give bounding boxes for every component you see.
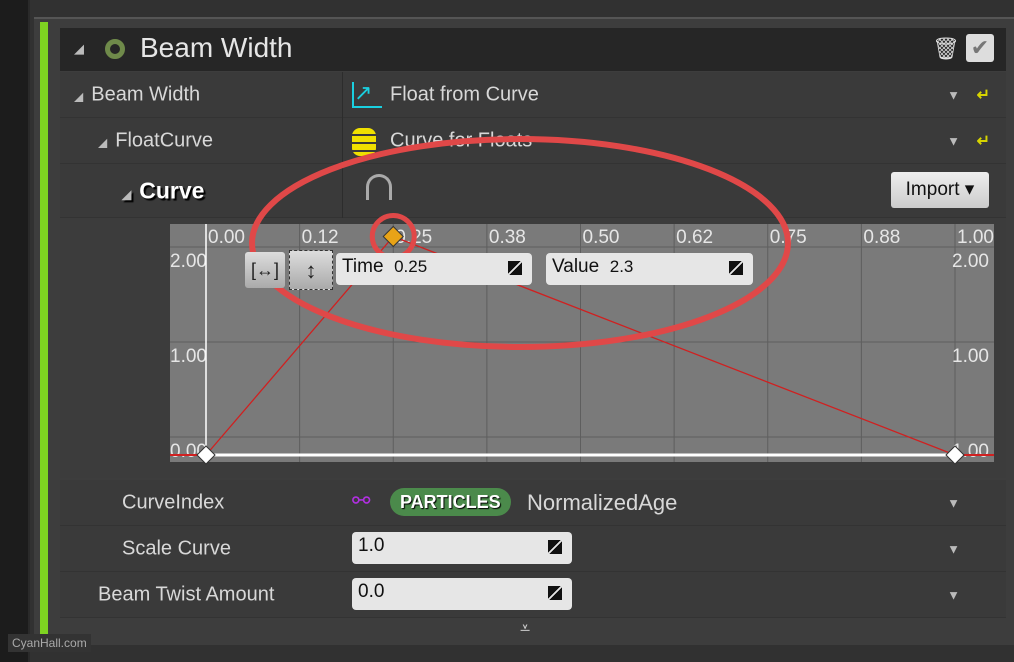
drag-handle-icon[interactable] [729, 261, 743, 275]
y-tick-label-right: 1.00 [952, 346, 989, 367]
namespace-badge: PARTICLES [390, 488, 511, 516]
dropdown-arrow-icon[interactable]: ▼ [947, 541, 960, 556]
link-icon: ⚯ [352, 488, 371, 513]
scale-curve-label: Scale Curve [122, 537, 231, 559]
scale-curve-input[interactable]: 1.0 [352, 532, 572, 564]
x-tick-label: 0.00 [208, 227, 245, 248]
x-tick-label: 0.12 [302, 227, 339, 248]
time-value: 0.25 [394, 257, 428, 276]
scale-curve-value: 1.0 [358, 535, 385, 556]
y-tick-label: 2.00 [170, 251, 207, 272]
beam-twist-label: Beam Twist Amount [98, 583, 275, 605]
x-tick-label: 0.50 [583, 227, 620, 248]
row-scale-curve: Scale Curve 1.0 ▼ [60, 526, 1006, 572]
watermark: CyanHall.com [8, 634, 91, 652]
key-time-field[interactable]: Time 0.25 [336, 253, 532, 285]
curve-index-label: CurveIndex [122, 491, 225, 513]
x-tick-label: 0.38 [489, 227, 526, 248]
beam-twist-input[interactable]: 0.0 [352, 578, 572, 610]
drag-handle-icon[interactable] [548, 540, 562, 554]
fit-horizontal-button[interactable]: [↔] [245, 252, 285, 288]
drag-handle-icon[interactable] [548, 586, 562, 600]
y-tick-label-right: 2.00 [952, 251, 989, 272]
time-label: Time [342, 256, 384, 277]
x-tick-label: 0.88 [863, 227, 900, 248]
key-value-field[interactable]: Value 2.3 [546, 253, 753, 285]
drag-handle-icon[interactable] [508, 261, 522, 275]
value-value: 2.3 [609, 257, 634, 276]
dropdown-arrow-icon[interactable]: ▼ [947, 495, 960, 510]
row-curve-index: CurveIndex ⚯ PARTICLES NormalizedAge ▼ [60, 480, 1006, 526]
row-beam-twist: Beam Twist Amount 0.0 ▼ [60, 572, 1006, 618]
value-label: Value [552, 256, 600, 277]
curve-index-value[interactable]: NormalizedAge [527, 490, 677, 516]
dropdown-arrow-icon[interactable]: ▼ [947, 587, 960, 602]
fit-vertical-button[interactable]: ↕ [289, 250, 333, 290]
beam-twist-value: 0.0 [358, 581, 385, 602]
x-tick-label: 1.00 [957, 227, 994, 248]
y-tick-label: 1.00 [170, 346, 207, 367]
expand-more-icon[interactable]: ⩡ [520, 618, 530, 639]
x-tick-label: 0.62 [676, 227, 713, 248]
